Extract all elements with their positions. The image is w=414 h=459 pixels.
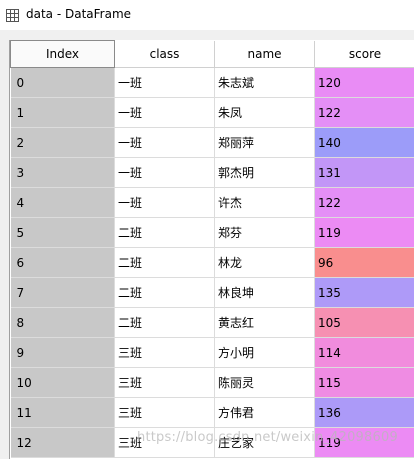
header-row: Index class name score [10,40,414,68]
class-cell[interactable]: 一班 [114,127,215,158]
column-header-score[interactable]: score [314,40,414,68]
name-cell[interactable]: 庄艺家 [214,427,315,458]
score-cell[interactable]: 122 [314,97,414,128]
table-row[interactable]: 7 二班 林良坤 135 [10,277,414,308]
index-cell[interactable]: 1 [10,97,115,128]
table-row[interactable]: 9 三班 方小明 114 [10,337,414,368]
column-header-index[interactable]: Index [10,40,115,68]
name-cell[interactable]: 郑芬 [214,217,315,248]
name-cell[interactable]: 许杰 [214,187,315,218]
name-cell[interactable]: 黄志红 [214,307,315,338]
class-cell[interactable]: 一班 [114,157,215,188]
score-cell[interactable]: 105 [314,307,414,338]
index-cell[interactable]: 7 [10,277,115,308]
index-cell[interactable]: 6 [10,247,115,278]
dataframe-table: Index class name score 0 一班 朱志斌 120 1 一班 朱凤 122… [10,40,414,458]
class-cell[interactable]: 三班 [114,397,215,428]
score-cell[interactable]: 136 [314,397,414,428]
table-row[interactable]: 5 二班 郑芬 119 [10,217,414,248]
index-cell[interactable]: 0 [10,67,115,98]
index-cell[interactable]: 11 [10,397,115,428]
index-cell[interactable]: 4 [10,187,115,218]
table-row[interactable]: 1 一班 朱凤 122 [10,97,414,128]
class-cell[interactable]: 三班 [114,337,215,368]
name-cell[interactable]: 林龙 [214,247,315,278]
table-row[interactable]: 2 一班 郑丽萍 140 [10,127,414,158]
table-row[interactable]: 0 一班 朱志斌 120 [10,67,414,98]
score-cell[interactable]: 140 [314,127,414,158]
score-cell[interactable]: 120 [314,67,414,98]
name-cell[interactable]: 方小明 [214,337,315,368]
name-cell[interactable]: 郭杰明 [214,157,315,188]
index-cell[interactable]: 9 [10,337,115,368]
class-cell[interactable]: 一班 [114,187,215,218]
column-header-name[interactable]: name [214,40,315,68]
column-header-class[interactable]: class [114,40,215,68]
class-cell[interactable]: 一班 [114,67,215,98]
name-cell[interactable]: 林良坤 [214,277,315,308]
class-cell[interactable]: 二班 [114,247,215,278]
score-cell[interactable]: 122 [314,187,414,218]
table-row[interactable]: 6 二班 林龙 96 [10,247,414,278]
class-cell[interactable]: 三班 [114,367,215,398]
class-cell[interactable]: 三班 [114,427,215,458]
class-cell[interactable]: 二班 [114,277,215,308]
score-cell[interactable]: 96 [314,247,414,278]
index-cell[interactable]: 2 [10,127,115,158]
score-cell[interactable]: 119 [314,217,414,248]
window-title: data - DataFrame [26,7,132,21]
table-row[interactable]: 4 一班 许杰 122 [10,187,414,218]
score-cell[interactable]: 135 [314,277,414,308]
name-cell[interactable]: 朱凤 [214,97,315,128]
score-cell[interactable]: 131 [314,157,414,188]
score-cell[interactable]: 115 [314,367,414,398]
class-cell[interactable]: 一班 [114,97,215,128]
index-cell[interactable]: 10 [10,367,115,398]
index-cell[interactable]: 5 [10,217,115,248]
name-cell[interactable]: 陈丽灵 [214,367,315,398]
index-cell[interactable]: 8 [10,307,115,338]
table-row[interactable]: 3 一班 郭杰明 131 [10,157,414,188]
table-row[interactable]: 12 三班 庄艺家 119 [10,427,414,458]
table-grid-icon [6,9,19,22]
name-cell[interactable]: 方伟君 [214,397,315,428]
table-row[interactable]: 11 三班 方伟君 136 [10,397,414,428]
name-cell[interactable]: 朱志斌 [214,67,315,98]
class-cell[interactable]: 二班 [114,307,215,338]
index-cell[interactable]: 12 [10,427,115,458]
class-cell[interactable]: 二班 [114,217,215,248]
score-cell[interactable]: 114 [314,337,414,368]
index-cell[interactable]: 3 [10,157,115,188]
title-bar: data - DataFrame [0,0,414,30]
table-row[interactable]: 10 三班 陈丽灵 115 [10,367,414,398]
score-cell[interactable]: 119 [314,427,414,458]
dataframe-grid[interactable]: Index class name score 0 一班 朱志斌 120 1 一班 朱凤 122… [9,40,414,459]
table-row[interactable]: 8 二班 黄志红 105 [10,307,414,338]
name-cell[interactable]: 郑丽萍 [214,127,315,158]
